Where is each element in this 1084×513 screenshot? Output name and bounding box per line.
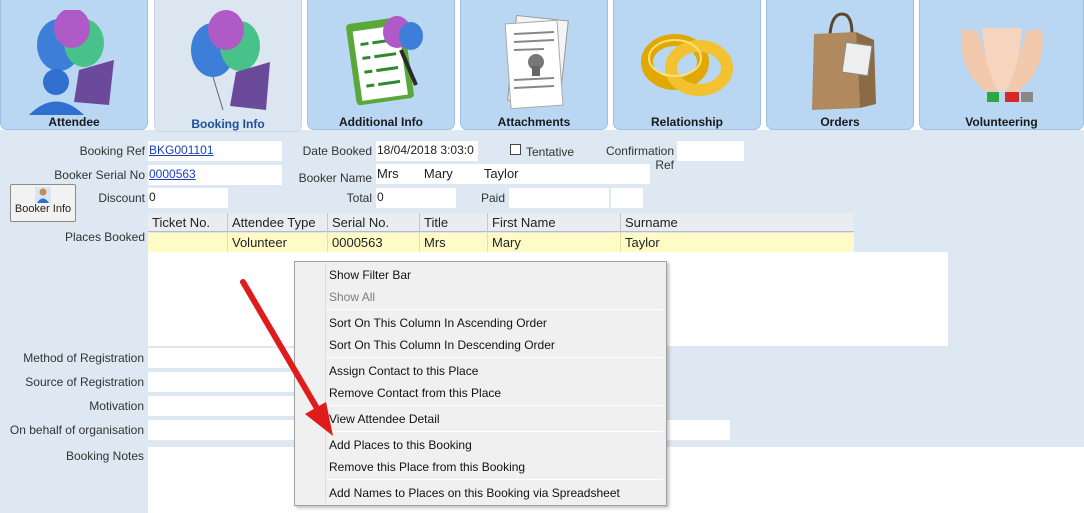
col-title[interactable]: Title (420, 213, 488, 232)
menu-separator (327, 431, 663, 432)
pinned-paper-icon (504, 14, 569, 110)
tab-relationship[interactable]: Relationship (613, 0, 761, 130)
tab-booking-info[interactable]: Booking Info (154, 0, 302, 132)
tab-attachments[interactable]: Attachments (460, 0, 608, 130)
menu-add-places[interactable]: Add Places to this Booking (329, 438, 472, 452)
cell-first-name[interactable]: Mary (488, 233, 621, 252)
rings-icon (641, 34, 733, 96)
on-behalf-of-organisation-field[interactable] (148, 420, 294, 440)
menu-add-names-spreadsheet[interactable]: Add Names to Places on this Booking via … (329, 486, 620, 500)
menu-sort-ascending[interactable]: Sort On This Column In Ascending Order (329, 316, 547, 330)
motivation-label: Motivation (89, 399, 144, 413)
col-ticket-no[interactable]: Ticket No. (148, 213, 228, 232)
menu-separator (327, 309, 663, 310)
booker-first-name: Mary (423, 166, 453, 181)
tab-attendee[interactable]: Attendee (0, 0, 148, 130)
clipboard-icon (346, 16, 423, 106)
tab-label: Orders (820, 115, 860, 129)
booker-name-field[interactable]: Mrs Mary Taylor (376, 164, 650, 184)
menu-gutter (325, 264, 326, 503)
cell-serial-no[interactable]: 0000563 (328, 233, 420, 252)
paid-field[interactable] (509, 188, 609, 208)
booker-name-label: Booker Name (298, 171, 372, 185)
date-booked-field[interactable]: 18/04/2018 3:03:0 (376, 141, 478, 161)
balloons-icon (191, 10, 270, 111)
tab-orders[interactable]: Orders (766, 0, 914, 130)
tab-label: Relationship (650, 115, 723, 129)
motivation-field[interactable] (148, 396, 294, 416)
menu-separator (327, 479, 663, 480)
booker-info-button[interactable]: Booker Info (10, 184, 76, 222)
menu-separator (327, 405, 663, 406)
menu-show-filter-bar[interactable]: Show Filter Bar (329, 268, 411, 282)
date-booked-label: Date Booked (302, 144, 372, 158)
menu-separator (327, 357, 663, 358)
menu-show-all[interactable]: Show All (329, 290, 375, 304)
cell-surname[interactable]: Taylor (621, 233, 854, 252)
booker-serial-link[interactable]: 0000563 (149, 167, 196, 181)
booking-ref-label: Booking Ref (79, 144, 145, 158)
hands-icon (960, 28, 1043, 102)
on-behalf-of-organisation-label: On behalf of organisation (9, 423, 144, 437)
tab-label: Attendee (48, 115, 100, 129)
discount-field[interactable]: 0 (148, 188, 228, 208)
source-of-registration-label: Source of Registration (25, 375, 144, 389)
booker-info-label: Booker Info (14, 203, 72, 215)
tentative-checkbox[interactable] (510, 144, 521, 155)
cell-attendee-type[interactable]: Volunteer (228, 233, 328, 252)
cell-ticket-no[interactable] (148, 233, 228, 252)
menu-remove-place[interactable]: Remove this Place from this Booking (329, 460, 525, 474)
shopping-bag-icon (812, 12, 876, 110)
on-behalf-of-organisation-field-end (667, 420, 730, 440)
tab-label: Additional Info (339, 115, 423, 129)
person-icon (35, 187, 51, 203)
booker-title: Mrs (377, 166, 399, 181)
tab-bar: Attendee Booking Info Additional Info At… (0, 0, 1084, 132)
table-row[interactable]: Volunteer 0000563 Mrs Mary Taylor (148, 233, 854, 252)
method-of-registration-field[interactable] (148, 348, 294, 368)
cell-title[interactable]: Mrs (420, 233, 488, 252)
method-of-registration-label: Method of Registration (23, 351, 144, 365)
booker-serial-field[interactable]: 0000563 (148, 165, 282, 185)
confirmation-ref-field[interactable] (677, 141, 744, 161)
tentative-label: Tentative (526, 145, 575, 159)
col-serial-no[interactable]: Serial No. (328, 213, 420, 232)
tab-additional-info[interactable]: Additional Info (307, 0, 455, 130)
discount-label: Discount (98, 191, 145, 205)
booking-ref-link[interactable]: BKG001101 (149, 143, 214, 157)
paid-label: Paid (480, 191, 505, 205)
menu-sort-descending[interactable]: Sort On This Column In Descending Order (329, 338, 555, 352)
booker-serial-label: Booker Serial No (54, 168, 145, 182)
menu-view-attendee-detail[interactable]: View Attendee Detail (329, 412, 440, 426)
menu-assign-contact[interactable]: Assign Contact to this Place (329, 364, 478, 378)
col-attendee-type[interactable]: Attendee Type (228, 213, 328, 232)
booking-ref-field[interactable]: BKG001101 (148, 141, 282, 161)
paid-extra-field (611, 188, 643, 208)
tab-label: Attachments (497, 115, 571, 129)
balloons-person-icon (29, 10, 114, 115)
col-first-name[interactable]: First Name (488, 213, 621, 232)
source-of-registration-field[interactable] (148, 372, 294, 392)
tab-label: Booking Info (191, 117, 265, 131)
booking-notes-label: Booking Notes (65, 449, 144, 463)
places-booked-label: Places Booked (64, 230, 145, 244)
tab-volunteering[interactable]: Volunteering (919, 0, 1084, 130)
booker-last-name: Taylor (483, 166, 519, 181)
menu-remove-contact[interactable]: Remove Contact from this Place (329, 386, 501, 400)
tab-label: Volunteering (965, 115, 1038, 129)
context-menu: Show Filter Bar Show All Sort On This Co… (294, 261, 667, 506)
grid-header: Ticket No. Attendee Type Serial No. Titl… (148, 213, 854, 232)
col-surname[interactable]: Surname (621, 213, 854, 232)
total-label: Total (346, 191, 372, 205)
